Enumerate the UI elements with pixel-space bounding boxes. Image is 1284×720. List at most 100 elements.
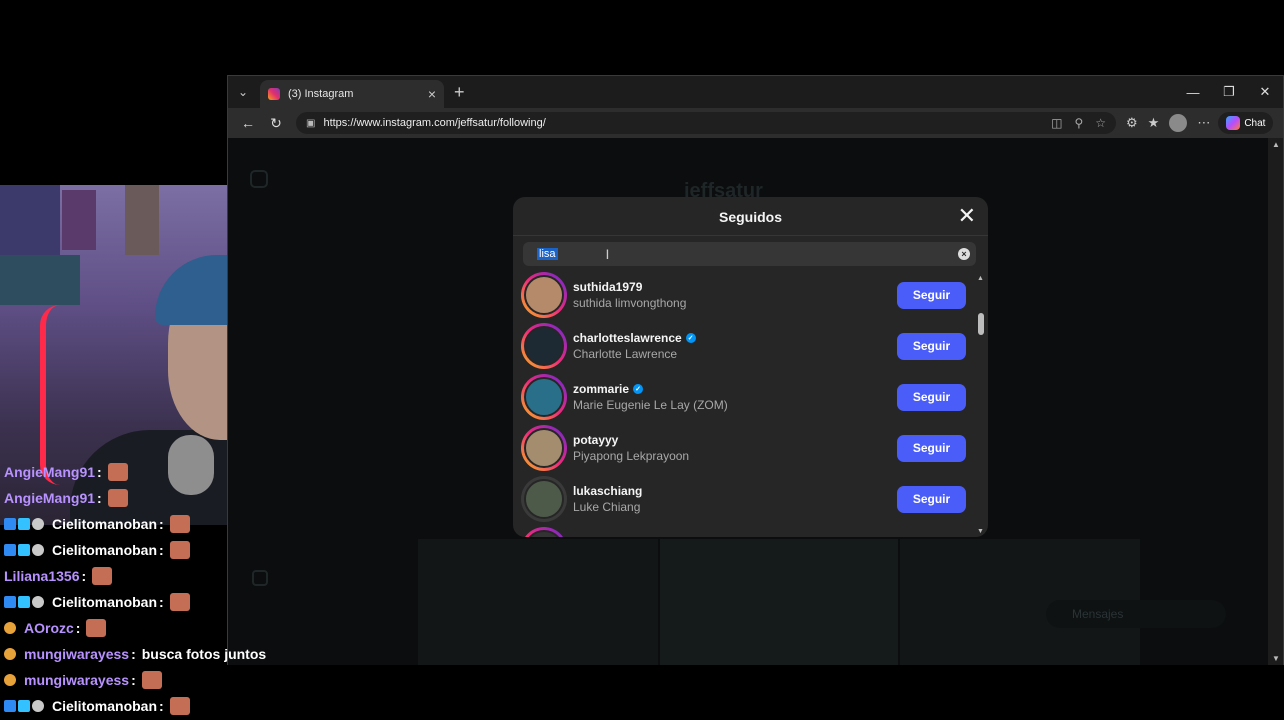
follow-button[interactable]: Seguir	[897, 281, 966, 309]
full-name: Charlotte Lawrence	[573, 347, 678, 361]
scroll-thumb[interactable]	[978, 313, 984, 335]
list-item[interactable]: zommarie ✓ Marie Eugenie Le Lay (ZOM) Seg…	[521, 374, 966, 420]
poster	[62, 190, 96, 250]
emote	[107, 489, 128, 507]
tab-instagram[interactable]: (3) Instagram ×	[260, 80, 444, 108]
emote	[86, 619, 107, 637]
zoom-icon[interactable]: ⚲	[1074, 116, 1083, 130]
chat-username: Cielitomanoban	[52, 542, 158, 558]
scroll-up-icon[interactable]: ▲	[977, 275, 984, 282]
avatar[interactable]	[521, 323, 567, 369]
url-field[interactable]: ▣ https://www.instagram.com/jeffsatur/fo…	[296, 112, 1116, 134]
back-icon[interactable]: ←	[234, 111, 262, 135]
full-name: suthida limvongthong	[573, 296, 687, 310]
badge-icon	[32, 596, 44, 608]
post-thumbnail[interactable]	[660, 539, 898, 665]
extensions-icon[interactable]: ⚙	[1126, 115, 1138, 131]
user-list: suthida1979 suthida limvongthong Seguir …	[513, 272, 976, 537]
profile-avatar[interactable]	[1169, 114, 1188, 132]
badge-icon	[4, 518, 16, 530]
badge-icon	[32, 700, 44, 712]
post-thumbnail[interactable]	[418, 539, 658, 665]
close-window-icon[interactable]: ✕	[1247, 76, 1283, 108]
badge-group	[4, 700, 44, 712]
follow-button[interactable]: Seguir	[897, 383, 966, 411]
chat-message: mungiwarayess: busca fotos juntos	[4, 643, 266, 665]
chat-username: mungiwarayess	[24, 672, 130, 688]
emote	[169, 697, 190, 715]
list-item[interactable]	[521, 527, 966, 537]
instagram-icon	[268, 88, 280, 100]
more-icon[interactable]: ⋯	[1197, 115, 1210, 131]
username[interactable]: charlotteslawrence	[573, 331, 682, 345]
tab-strip: ⌄ (3) Instagram × + — ❐ ✕	[228, 76, 1283, 108]
badge-group	[4, 518, 44, 530]
page-scrollbar[interactable]: ▲ ▼	[1268, 138, 1283, 665]
messages-button[interactable]: Mensajes	[1046, 600, 1226, 628]
chat-message: Cielitomanoban:	[4, 513, 190, 535]
search-field[interactable]: lisa I ×	[523, 242, 976, 266]
follow-button[interactable]: Seguir	[897, 485, 966, 513]
favorite-icon[interactable]: ☆	[1095, 116, 1106, 130]
badge-icon	[4, 700, 16, 712]
scroll-down-icon[interactable]: ▼	[1272, 654, 1280, 663]
avatar[interactable]	[521, 425, 567, 471]
username[interactable]: suthida1979	[573, 280, 642, 294]
minimize-icon[interactable]: —	[1175, 76, 1211, 108]
led-light	[40, 305, 80, 485]
chat-message: AngieMang91:	[4, 461, 128, 483]
chat-message: AOrozc:	[4, 617, 107, 639]
list-item[interactable]: suthida1979 suthida limvongthong Seguir	[521, 272, 966, 318]
full-name: Marie Eugenie Le Lay (ZOM)	[573, 398, 728, 412]
chat-username: mungiwarayess	[24, 646, 130, 662]
list-item[interactable]: charlotteslawrence ✓ Charlotte Lawrence S…	[521, 323, 966, 369]
copilot-chat-button[interactable]: Chat	[1218, 112, 1274, 134]
microphone	[168, 435, 214, 495]
favorites-icon[interactable]: ★	[1148, 115, 1160, 131]
avatar[interactable]	[521, 374, 567, 420]
follow-button[interactable]: Seguir	[897, 434, 966, 462]
close-icon[interactable]: ✕	[958, 203, 976, 229]
username[interactable]: potayyy	[573, 433, 618, 447]
chat-message: Liliana1356:	[4, 565, 113, 587]
username[interactable]: lukaschiang	[573, 484, 642, 498]
emote	[169, 593, 190, 611]
chat-label: Chat	[1244, 117, 1266, 129]
chat-username: Cielitomanoban	[52, 516, 158, 532]
list-item[interactable]: lukaschiang Luke Chiang Seguir	[521, 476, 966, 522]
chat-username: AngieMang91	[4, 464, 96, 480]
scroll-down-icon[interactable]: ▼	[977, 528, 984, 535]
url-text: https://www.instagram.com/jeffsatur/foll…	[323, 117, 546, 129]
badge-group	[4, 674, 16, 686]
avatar[interactable]	[521, 272, 567, 318]
refresh-icon[interactable]: ↻	[262, 111, 290, 135]
app-icon[interactable]: ◫	[1051, 116, 1062, 130]
clear-search-icon[interactable]: ×	[958, 248, 970, 260]
avatar[interactable]	[521, 527, 567, 537]
emote	[107, 463, 128, 481]
sidebar-icon[interactable]	[252, 570, 268, 586]
avatar[interactable]	[521, 476, 567, 522]
modal-scrollbar[interactable]: ▲ ▼	[977, 275, 984, 535]
username[interactable]: zommarie	[573, 382, 629, 396]
chat-message: mungiwarayess:	[4, 669, 162, 691]
new-tab-icon[interactable]: +	[454, 82, 465, 103]
restore-icon[interactable]: ❐	[1211, 76, 1247, 108]
badge-icon	[4, 674, 16, 686]
badge-icon	[4, 596, 16, 608]
close-tab-icon[interactable]: ×	[428, 86, 436, 102]
lock-icon[interactable]: ▣	[306, 118, 315, 129]
emote	[92, 567, 113, 585]
badge-icon	[32, 544, 44, 556]
scroll-up-icon[interactable]: ▲	[1272, 140, 1280, 149]
chat-message: Cielitomanoban:	[4, 539, 190, 561]
search-input[interactable]: lisa	[537, 248, 558, 260]
badge-icon	[18, 700, 30, 712]
tab-menu-icon[interactable]: ⌄	[228, 76, 258, 108]
chat-username: AOrozc	[24, 620, 74, 636]
poster	[0, 185, 60, 255]
list-item[interactable]: potayyy Piyapong Lekprayoon Seguir	[521, 425, 966, 471]
text-cursor-icon: I	[605, 246, 610, 262]
instagram-icon[interactable]	[250, 170, 268, 188]
follow-button[interactable]: Seguir	[897, 332, 966, 360]
